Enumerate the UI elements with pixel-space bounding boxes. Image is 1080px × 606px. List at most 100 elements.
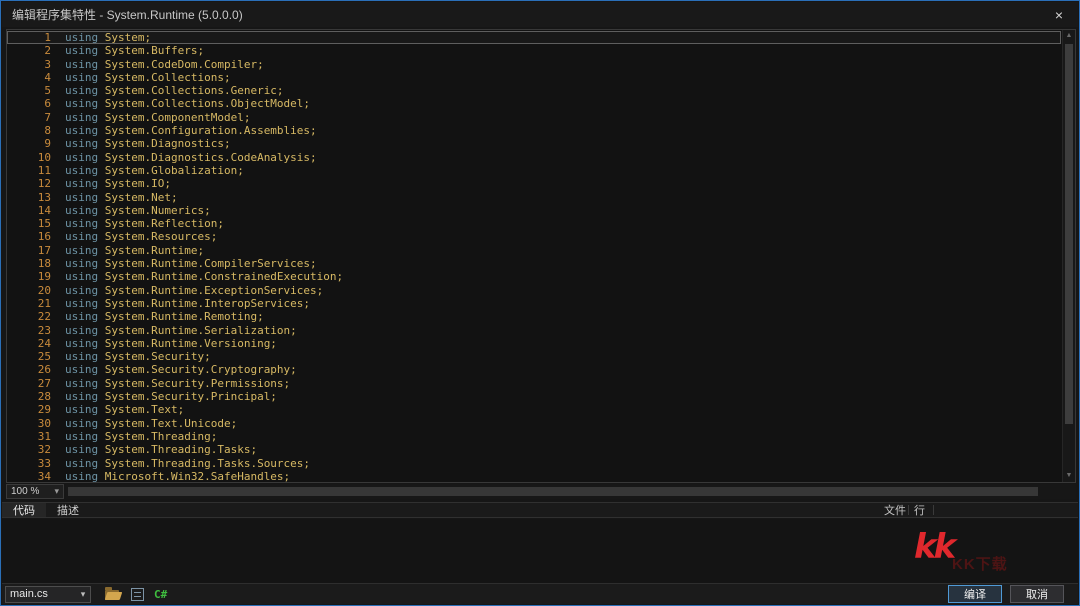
code-text: using System.Runtime.Remoting; <box>65 310 264 323</box>
code-line[interactable]: 7using System.ComponentModel; <box>7 111 1061 124</box>
code-text: using System.Net; <box>65 191 178 204</box>
cancel-button[interactable]: 取消 <box>1010 585 1064 603</box>
code-line[interactable]: 29using System.Text; <box>7 403 1061 416</box>
code-text: using System; <box>65 31 151 44</box>
line-number: 14 <box>7 204 51 217</box>
document-icon[interactable] <box>131 588 144 601</box>
file-selector-dropdown[interactable]: main.cs <box>5 586 91 603</box>
open-folder-icon[interactable] <box>105 588 121 600</box>
code-line[interactable]: 26using System.Security.Cryptography; <box>7 363 1061 376</box>
code-text: using System.Threading; <box>65 430 217 443</box>
code-text: using System.Globalization; <box>65 164 244 177</box>
code-line[interactable]: 12using System.IO; <box>7 177 1061 190</box>
code-line[interactable]: 4using System.Collections; <box>7 71 1061 84</box>
column-header-line[interactable]: 行 <box>914 503 925 517</box>
code-line[interactable]: 33using System.Threading.Tasks.Sources; <box>7 457 1061 470</box>
code-line[interactable]: 15 using System.Reflection; <box>7 217 1061 230</box>
line-number: 29 <box>7 403 51 416</box>
line-number: 32 <box>7 443 51 456</box>
code-text: using System.Runtime; <box>65 244 204 257</box>
code-text: using System.Security.Principal; <box>65 390 277 403</box>
code-text: using Microsoft.Win32.SafeHandles; <box>65 470 290 483</box>
code-editor[interactable]: 1using System;2using System.Buffers;3 usi… <box>6 29 1076 483</box>
code-line[interactable]: 13 using System.Net; <box>7 191 1061 204</box>
line-number: 8 <box>7 124 51 137</box>
code-line[interactable]: 8using System.Configuration.Assemblies; <box>7 124 1061 137</box>
diagnostics-list[interactable]: kk KK下载 <box>2 519 1078 585</box>
code-text: using System.Security; <box>65 350 211 363</box>
code-line[interactable]: 19using System.Runtime.ConstrainedExecut… <box>7 270 1061 283</box>
code-lines: 1using System;2using System.Buffers;3 usi… <box>7 31 1061 483</box>
code-line[interactable]: 11 using System.Globalization; <box>7 164 1061 177</box>
code-line[interactable]: 32using System.Threading.Tasks; <box>7 443 1061 456</box>
vertical-scrollbar[interactable] <box>1062 30 1075 482</box>
code-line[interactable]: 21using System.Runtime.InteropServices; <box>7 297 1061 310</box>
line-number: 20 <box>7 284 51 297</box>
code-text: using System.Diagnostics; <box>65 137 231 150</box>
code-line[interactable]: 23using System.Runtime.Serialization; <box>7 324 1061 337</box>
window-title: 编辑程序集特性 - System.Runtime (5.0.0.0) <box>12 6 243 23</box>
kk-watermark-text: KK下载 <box>952 553 1008 574</box>
code-text: using System.Security.Permissions; <box>65 377 290 390</box>
tab-code[interactable]: 代码 <box>2 503 46 517</box>
code-text: using System.Collections.ObjectModel; <box>65 97 310 110</box>
line-number: 13 <box>7 191 51 204</box>
code-line[interactable]: 18using System.Runtime.CompilerServices; <box>7 257 1061 270</box>
column-separator[interactable] <box>908 505 909 515</box>
code-text: using System.Runtime.ExceptionServices; <box>65 284 323 297</box>
diagnostics-panel-header: 代码 描述 文件 行 <box>2 502 1078 518</box>
code-line[interactable]: 20 using System.Runtime.ExceptionServices… <box>7 284 1061 297</box>
code-text: using System.Reflection; <box>65 217 224 230</box>
code-line[interactable]: 17using System.Runtime; <box>7 244 1061 257</box>
code-line[interactable]: 24 using System.Runtime.Versioning; <box>7 337 1061 350</box>
close-icon[interactable]: × <box>1040 2 1078 27</box>
line-number: 22 <box>7 310 51 323</box>
code-line[interactable]: 16using System.Resources; <box>7 230 1061 243</box>
line-number: 10 <box>7 151 51 164</box>
code-line[interactable]: 28using System.Security.Principal; <box>7 390 1061 403</box>
line-number: 30 <box>7 417 51 430</box>
horizontal-scrollbar-thumb[interactable] <box>68 487 1038 496</box>
code-line[interactable]: 3 using System.CodeDom.Compiler; <box>7 58 1061 71</box>
scroll-down-icon[interactable] <box>1063 470 1075 482</box>
line-number: 18 <box>7 257 51 270</box>
csharp-icon[interactable]: C# <box>154 588 167 601</box>
code-line[interactable]: 22 using System.Runtime.Remoting; <box>7 310 1061 323</box>
column-separator[interactable] <box>933 505 934 515</box>
code-line[interactable]: 6 using System.Collections.ObjectModel; <box>7 97 1061 110</box>
code-line[interactable]: 2using System.Buffers; <box>7 44 1061 57</box>
code-text: using System.Runtime.Serialization; <box>65 324 297 337</box>
line-number: 3 <box>7 58 51 71</box>
code-text: using System.IO; <box>65 177 171 190</box>
line-number: 15 <box>7 217 51 230</box>
code-text: using System.CodeDom.Compiler; <box>65 58 264 71</box>
code-line[interactable]: 10using System.Diagnostics.CodeAnalysis; <box>7 151 1061 164</box>
kk-logo: kk <box>914 527 953 567</box>
line-number: 24 <box>7 337 51 350</box>
line-number: 6 <box>7 97 51 110</box>
code-line[interactable]: 34using Microsoft.Win32.SafeHandles; <box>7 470 1061 483</box>
column-header-file[interactable]: 文件 <box>884 503 906 517</box>
code-line[interactable]: 30using System.Text.Unicode; <box>7 417 1061 430</box>
line-number: 11 <box>7 164 51 177</box>
tab-description[interactable]: 描述 <box>46 503 90 517</box>
line-number: 33 <box>7 457 51 470</box>
code-line[interactable]: 1using System; <box>7 31 1061 44</box>
code-line[interactable]: 27using System.Security.Permissions; <box>7 377 1061 390</box>
scroll-up-icon[interactable] <box>1063 30 1075 42</box>
edit-assembly-attributes-dialog: 编辑程序集特性 - System.Runtime (5.0.0.0) × 1us… <box>0 0 1080 606</box>
code-text: using System.Runtime.Versioning; <box>65 337 277 350</box>
line-number: 16 <box>7 230 51 243</box>
horizontal-scrollbar[interactable] <box>66 484 1076 499</box>
code-line[interactable]: 9using System.Diagnostics; <box>7 137 1061 150</box>
code-line[interactable]: 31using System.Threading; <box>7 430 1061 443</box>
compile-button[interactable]: 编译 <box>948 585 1002 603</box>
vertical-scrollbar-thumb[interactable] <box>1065 44 1073 424</box>
code-line[interactable]: 5using System.Collections.Generic; <box>7 84 1061 97</box>
zoom-level-value: 100 % <box>11 486 39 497</box>
code-line[interactable]: 25using System.Security; <box>7 350 1061 363</box>
code-line[interactable]: 14using System.Numerics; <box>7 204 1061 217</box>
zoom-level-dropdown[interactable]: 100 % <box>6 484 64 499</box>
code-text: using System.Runtime.ConstrainedExecutio… <box>65 270 343 283</box>
title-bar[interactable]: 编辑程序集特性 - System.Runtime (5.0.0.0) × <box>2 2 1078 27</box>
